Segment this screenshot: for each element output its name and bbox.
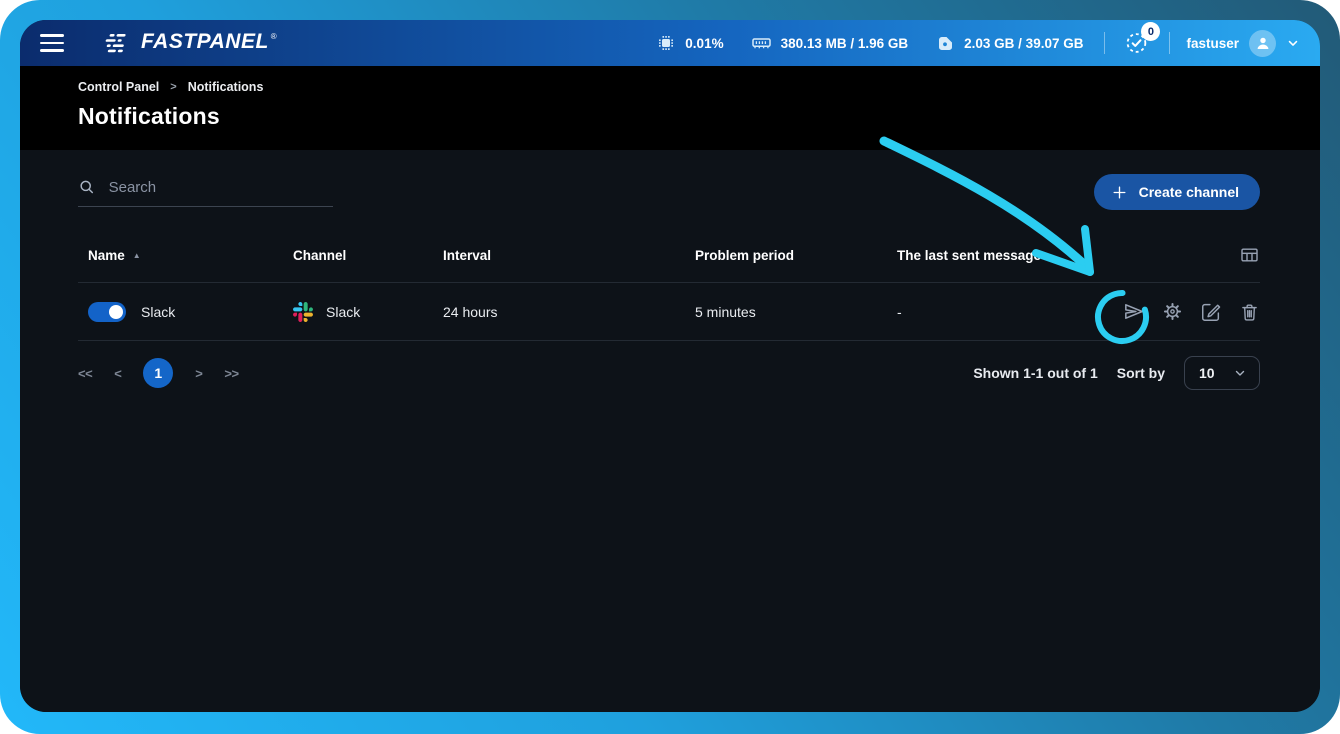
sort-by-label: Sort by [1117, 365, 1165, 381]
cpu-icon [656, 33, 676, 53]
first-page-button[interactable]: << [78, 366, 92, 381]
divider [1104, 32, 1105, 54]
last-page-button[interactable]: >> [224, 366, 238, 381]
username: fastuser [1186, 36, 1239, 51]
column-header-last-sent[interactable]: The last sent message [897, 248, 1110, 263]
search-icon [78, 177, 96, 197]
logo-text: FASTPANEL [141, 31, 269, 53]
breadcrumb-notifications: Notifications [188, 80, 264, 94]
search-box [78, 177, 333, 207]
page-header: Control Panel > Notifications Notificati… [20, 66, 1320, 150]
create-channel-button[interactable]: Create channel [1094, 174, 1260, 210]
breadcrumb: Control Panel > Notifications [78, 80, 1262, 94]
row-name: Slack [141, 304, 175, 320]
ram-value: 380.13 MB / 1.96 GB [781, 36, 909, 51]
trash-icon [1239, 301, 1260, 323]
table-row: Slack Slack 24 hours 5 minutes - [78, 283, 1260, 341]
column-header-channel[interactable]: Channel [293, 248, 443, 263]
registered-mark: ® [271, 32, 277, 41]
row-last-sent-message: - [897, 304, 1110, 320]
menu-button[interactable] [32, 26, 72, 60]
notifications-table: Name ▲ Channel Interval Problem period T… [78, 237, 1260, 341]
page-size-select[interactable]: 10 [1184, 356, 1260, 390]
tasks-badge: 0 [1141, 22, 1160, 41]
row-channel: Slack [326, 304, 360, 320]
column-header-name[interactable]: Name ▲ [88, 248, 293, 263]
create-channel-label: Create channel [1139, 184, 1239, 200]
main-content: Create channel Name ▲ Channel Interval P… [20, 150, 1320, 712]
delete-button[interactable] [1239, 301, 1260, 323]
send-test-button[interactable] [1122, 300, 1145, 323]
edit-icon [1200, 301, 1222, 323]
page-title: Notifications [78, 103, 1262, 130]
column-settings-button[interactable] [1239, 245, 1260, 265]
table-header: Name ▲ Channel Interval Problem period T… [78, 237, 1260, 283]
pagination-row: << < 1 > >> Shown 1-1 out of 1 Sort by 1… [78, 356, 1260, 390]
column-header-problem-period[interactable]: Problem period [695, 248, 897, 263]
sliders-icon [102, 33, 132, 55]
resource-stats: 0.01% 380.13 MB / 1.96 GB 2.03 GB / 3 [656, 27, 1300, 59]
row-problem-period: 5 minutes [695, 304, 897, 320]
ram-stat: 380.13 MB / 1.96 GB [751, 33, 909, 53]
disk-stat: 2.03 GB / 39.07 GB [935, 33, 1083, 53]
send-icon [1122, 300, 1145, 323]
edit-button[interactable] [1200, 301, 1222, 323]
toggle-slack-enabled[interactable] [88, 302, 126, 322]
plus-icon [1111, 184, 1128, 201]
divider [1169, 32, 1170, 54]
pagination: << < 1 > >> [78, 358, 239, 388]
sort-asc-icon: ▲ [133, 251, 141, 260]
hamburger-icon [40, 34, 64, 37]
cpu-value: 0.01% [685, 36, 723, 51]
prev-page-button[interactable]: < [114, 366, 121, 381]
user-menu[interactable]: fastuser [1186, 30, 1300, 57]
chevron-down-icon [1233, 366, 1247, 380]
next-page-button[interactable]: > [195, 366, 202, 381]
table-columns-icon [1239, 245, 1260, 265]
cpu-stat: 0.01% [656, 33, 723, 53]
avatar [1249, 30, 1276, 57]
search-input[interactable] [109, 179, 333, 196]
shown-count: Shown 1-1 out of 1 [973, 365, 1097, 381]
person-icon [1254, 34, 1272, 52]
gear-icon [1162, 301, 1183, 322]
page-1-button[interactable]: 1 [143, 358, 173, 388]
page-size-value: 10 [1199, 365, 1215, 381]
top-bar: FASTPANEL ® 0.01% [20, 20, 1320, 66]
disk-value: 2.03 GB / 39.07 GB [964, 36, 1083, 51]
fastpanel-logo[interactable]: FASTPANEL ® [102, 31, 277, 55]
slack-icon [293, 302, 313, 322]
settings-button[interactable] [1162, 301, 1183, 322]
app-window: FASTPANEL ® 0.01% [20, 20, 1320, 712]
ram-icon [751, 33, 772, 53]
tasks-button[interactable]: 0 [1121, 27, 1153, 59]
row-interval: 24 hours [443, 304, 695, 320]
column-header-interval[interactable]: Interval [443, 248, 695, 263]
disk-icon [935, 33, 955, 53]
breadcrumb-control-panel[interactable]: Control Panel [78, 80, 159, 94]
chevron-down-icon [1286, 36, 1300, 50]
breadcrumb-separator: > [170, 81, 176, 93]
